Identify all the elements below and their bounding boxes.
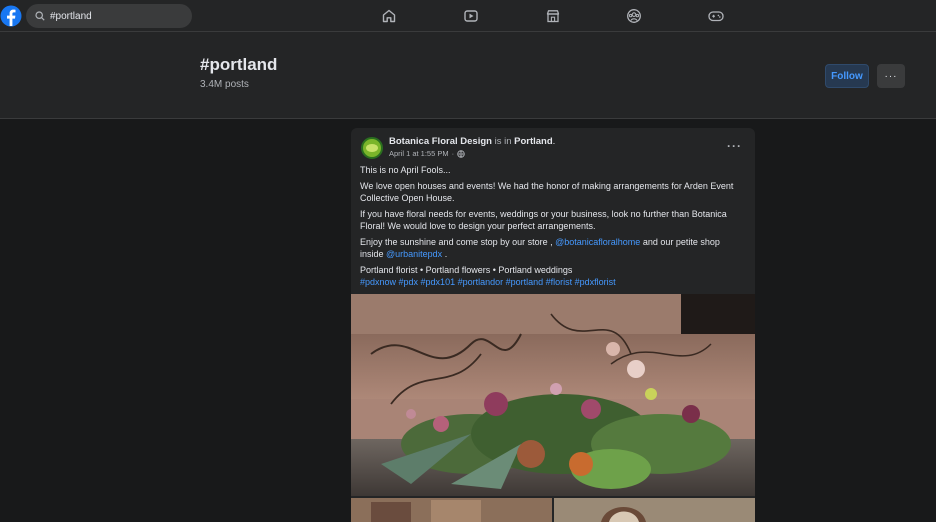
post-paragraph: We love open houses and events! We had t…	[360, 181, 734, 203]
post-paragraph: Enjoy the sunshine and come stop by our …	[360, 236, 744, 260]
post-count: 3.4M posts	[200, 79, 249, 90]
location-suffix: .	[552, 136, 556, 147]
home-icon[interactable]	[379, 7, 399, 25]
author-name[interactable]: Botanica Floral Design	[389, 136, 492, 147]
post-photo[interactable]	[351, 294, 755, 496]
gaming-icon[interactable]	[706, 7, 726, 25]
post-card: Botanica Floral Design is in Portland. A…	[351, 128, 755, 522]
groups-icon[interactable]	[624, 7, 644, 25]
post-body: This is no April Fools... We love open h…	[360, 164, 744, 292]
avatar[interactable]	[361, 137, 383, 159]
location-link[interactable]: Portland	[514, 136, 553, 147]
mention-link-botanicafloralhome[interactable]: @botanicafloralhome	[555, 237, 640, 247]
search-icon	[35, 11, 45, 21]
more-options-button[interactable]: ···	[877, 64, 905, 88]
post-paragraph: This is no April Fools...	[360, 165, 451, 175]
post-timestamp[interactable]: April 1 at 1:55 PM	[389, 149, 449, 158]
thumbnail-2[interactable]	[554, 498, 755, 522]
hashtag-header: #portland 3.4M posts Follow ···	[0, 32, 936, 119]
mention-link-urbanitepdx[interactable]: @urbanitepdx	[386, 249, 442, 259]
post-options-icon[interactable]: ···	[727, 139, 742, 153]
is-in-text: is in	[494, 136, 512, 147]
post-text-span: .	[442, 249, 448, 259]
follow-button[interactable]: Follow	[825, 64, 869, 88]
video-icon[interactable]	[461, 7, 481, 25]
post-paragraph: If you have floral needs for events, wed…	[360, 209, 727, 231]
avatar-logo	[366, 144, 378, 152]
post-author-line: Botanica Floral Design is in Portland.	[389, 136, 555, 147]
globe-icon	[457, 149, 465, 158]
photo-thumbnails	[351, 498, 755, 522]
post-date-line: April 1 at 1:55 PM ·	[389, 149, 465, 158]
page-title: #portland	[200, 55, 278, 74]
hashtag-links[interactable]: #pdxnow #pdx #pdx101 #portlandor #portla…	[360, 276, 744, 288]
post-paragraph: Portland florist • Portland flowers • Po…	[360, 265, 573, 275]
top-navigation-bar: #portland	[0, 0, 936, 32]
post-text-span: Enjoy the sunshine and come stop by our …	[360, 237, 556, 247]
date-separator: ·	[451, 149, 455, 158]
search-input[interactable]: #portland	[26, 4, 192, 28]
facebook-logo-icon[interactable]	[0, 4, 22, 28]
marketplace-icon[interactable]	[543, 7, 563, 25]
search-value: #portland	[50, 10, 92, 22]
